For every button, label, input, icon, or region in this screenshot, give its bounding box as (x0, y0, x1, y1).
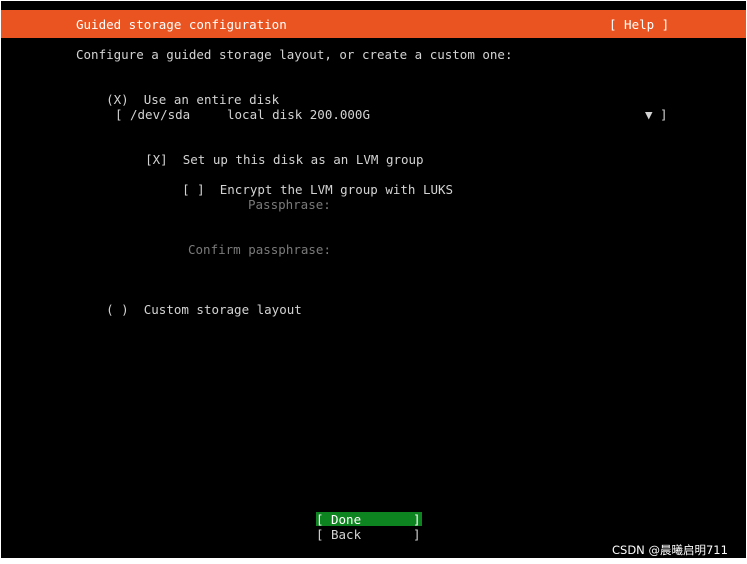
custom-layout-label: Custom storage layout (143, 302, 302, 317)
done-label: Done (331, 512, 362, 527)
entire-disk-radio[interactable]: (X) (106, 92, 129, 107)
lvm-label: Set up this disk as an LVM group (182, 152, 424, 167)
disk-select-open-bracket: [ (115, 107, 123, 122)
disk-select[interactable]: [ /dev/sda local disk 200.000G ▼ ] (115, 107, 668, 122)
luks-checkbox[interactable]: [ ] (182, 182, 205, 197)
watermark: CSDN @晨曦启明711 (612, 543, 728, 557)
done-button[interactable]: [ Done ] (316, 512, 422, 527)
page-title: Guided storage configuration (76, 17, 287, 32)
back-label: Back (331, 527, 362, 542)
entire-disk-label: Use an entire disk (143, 92, 280, 107)
confirm-passphrase-label: Confirm passphrase: (188, 242, 331, 257)
header-bar: Guided storage configuration [ Help ] (1, 10, 746, 38)
disk-description: local disk 200.000G (227, 107, 370, 122)
lvm-checkbox[interactable]: [X] (145, 152, 168, 167)
passphrase-label: Passphrase: (248, 197, 331, 212)
custom-layout-radio[interactable]: ( ) (106, 302, 129, 317)
disk-select-close-bracket: ] (660, 107, 668, 122)
installer-screen: Guided storage configuration [ Help ] Co… (1, 1, 746, 558)
back-button[interactable]: [ Back ] (316, 527, 422, 542)
luks-label: Encrypt the LVM group with LUKS (219, 182, 454, 197)
disk-device: /dev/sda (130, 107, 191, 122)
intro-text: Configure a guided storage layout, or cr… (76, 47, 513, 62)
chevron-down-icon[interactable]: ▼ (645, 107, 653, 122)
help-button[interactable]: [ Help ] (609, 17, 669, 32)
custom-layout-option[interactable]: ( ) Custom storage layout (76, 287, 302, 332)
